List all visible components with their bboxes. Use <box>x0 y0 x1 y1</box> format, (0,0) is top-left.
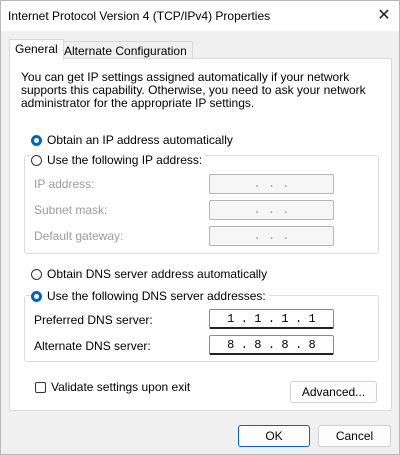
preferred-dns-field[interactable]: 1. 1. 1. 1 <box>209 309 334 329</box>
close-icon[interactable]: ✕ <box>372 3 396 27</box>
preferred-dns-octet-4: 1 <box>308 311 316 326</box>
preferred-dns-octet-1: 1 <box>227 311 235 326</box>
alternate-dns-label: Alternate DNS server: <box>34 339 151 353</box>
validate-settings-label: Validate settings upon exit <box>51 380 191 394</box>
window-title: Internet Protocol Version 4 (TCP/IPv4) P… <box>8 9 271 23</box>
radio-selected-icon <box>31 290 42 302</box>
alternate-dns-octet-1: 8 <box>227 337 235 352</box>
alternate-dns-octet-2: 8 <box>254 337 262 352</box>
radio-unselected-icon <box>31 154 42 166</box>
default-gateway-field: . . . <box>209 226 334 246</box>
preferred-dns-label: Preferred DNS server: <box>34 313 153 327</box>
use-following-dns-label: Use the following DNS server addresses: <box>47 289 266 303</box>
validate-settings-checkbox[interactable]: Validate settings upon exit <box>35 380 190 394</box>
radio-unselected-icon <box>31 268 42 280</box>
alternate-dns-field[interactable]: 8. 8. 8. 8 <box>209 335 334 355</box>
use-following-dns-radio[interactable]: Use the following DNS server addresses: <box>31 289 269 303</box>
obtain-dns-auto-radio[interactable]: Obtain DNS server address automatically <box>31 267 267 281</box>
description-text: You can get IP settings assigned automat… <box>21 70 366 110</box>
preferred-dns-octet-2: 1 <box>254 311 262 326</box>
checkbox-unchecked-icon <box>35 381 46 393</box>
title-bar: Internet Protocol Version 4 (TCP/IPv4) P… <box>0 0 400 31</box>
obtain-ip-auto-radio[interactable]: Obtain an IP address automatically <box>31 133 233 147</box>
tab-general[interactable]: General <box>9 39 64 60</box>
tab-alternate-configuration[interactable]: Alternate Configuration <box>58 41 193 59</box>
use-following-ip-radio[interactable]: Use the following IP address: <box>31 153 206 167</box>
subnet-mask-label: Subnet mask: <box>34 203 108 217</box>
alternate-dns-octet-3: 8 <box>281 337 289 352</box>
radio-selected-icon <box>31 134 42 146</box>
ip-address-field: . . . <box>209 174 334 194</box>
use-following-ip-label: Use the following IP address: <box>47 153 203 167</box>
cancel-button[interactable]: Cancel <box>318 425 391 447</box>
ok-button[interactable]: OK <box>238 425 310 447</box>
alternate-dns-octet-4: 8 <box>308 337 316 352</box>
ip-address-label: IP address: <box>34 177 95 191</box>
obtain-dns-auto-label: Obtain DNS server address automatically <box>47 267 268 281</box>
obtain-ip-auto-label: Obtain an IP address automatically <box>47 133 233 147</box>
default-gateway-label: Default gateway: <box>34 229 124 243</box>
subnet-mask-field: . . . <box>209 200 334 220</box>
preferred-dns-octet-3: 1 <box>281 311 289 326</box>
advanced-button[interactable]: Advanced... <box>290 381 377 403</box>
